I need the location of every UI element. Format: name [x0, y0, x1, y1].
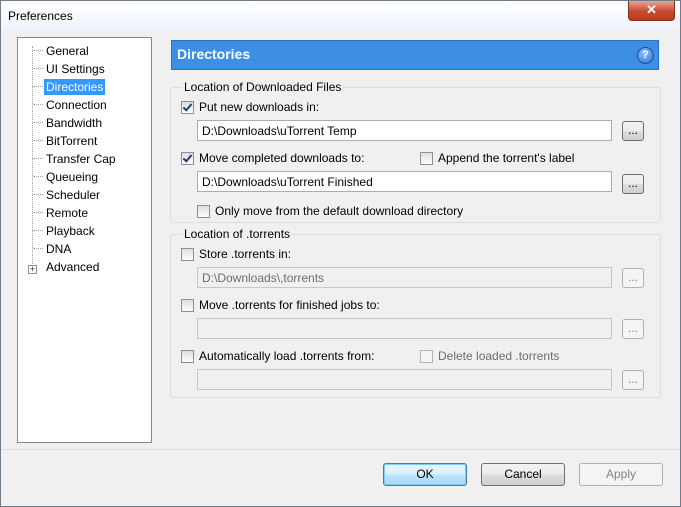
ok-button[interactable]: OK	[383, 463, 467, 486]
tree-connector	[33, 158, 43, 159]
checkbox-icon	[181, 247, 194, 261]
torrents-location-group: Location of .torrents Store .torrents in…	[170, 227, 661, 398]
category-tree[interactable]: General UI Settings Directories Connecti…	[17, 37, 152, 443]
checkbox-icon	[197, 204, 210, 218]
move-finished-torrents-path[interactable]	[197, 318, 612, 339]
tree-item-directories[interactable]: Directories	[44, 79, 106, 95]
apply-button[interactable]: Apply	[579, 463, 663, 486]
checkbox-label: Store .torrents in:	[199, 247, 292, 261]
tree-connector	[33, 248, 43, 249]
put-new-downloads-path[interactable]: D:\Downloads\uTorrent Temp	[197, 120, 612, 141]
checkbox-icon	[181, 298, 194, 312]
tree-connector	[33, 68, 43, 69]
move-finished-torrents-checkbox[interactable]: Move .torrents for finished jobs to:	[181, 298, 380, 312]
tree-connector	[33, 50, 43, 51]
tree-item-bittorrent[interactable]: BitTorrent	[44, 133, 99, 149]
tree-item-playback[interactable]: Playback	[44, 223, 97, 239]
group-label: Location of .torrents	[182, 227, 293, 241]
help-icon[interactable]: ?	[637, 47, 654, 64]
panel-title: Directories	[177, 46, 251, 62]
browse-button[interactable]: ...	[622, 174, 644, 194]
tree-item-bandwidth[interactable]: Bandwidth	[44, 115, 104, 131]
tree-connector	[33, 86, 43, 87]
checkbox-label: Put new downloads in:	[199, 100, 320, 114]
checkbox-label: Append the torrent's label	[438, 151, 575, 165]
browse-button[interactable]: ...	[622, 319, 644, 339]
tree-item-connection[interactable]: Connection	[44, 97, 109, 113]
checkbox-label: Move .torrents for finished jobs to:	[199, 298, 380, 312]
tree-connector	[32, 46, 33, 266]
tree-connector	[33, 212, 43, 213]
move-completed-path[interactable]: D:\Downloads\uTorrent Finished	[197, 171, 612, 192]
tree-item-ui-settings[interactable]: UI Settings	[44, 61, 107, 77]
checkbox-label: Automatically load .torrents from:	[199, 349, 375, 363]
only-move-default-checkbox[interactable]: Only move from the default download dire…	[197, 204, 463, 218]
tree-connector	[33, 122, 43, 123]
tree-connector	[33, 230, 43, 231]
tree-connector	[33, 194, 43, 195]
browse-button[interactable]: ...	[622, 268, 644, 288]
checkbox-checked-icon	[181, 151, 194, 165]
tree-connector	[33, 104, 43, 105]
downloaded-files-group: Location of Downloaded Files Put new dow…	[170, 80, 661, 223]
store-torrents-path[interactable]: D:\Downloads\,torrents	[197, 267, 612, 288]
tree-item-remote[interactable]: Remote	[44, 205, 90, 221]
checkbox-label: Delete loaded .torrents	[438, 349, 560, 363]
group-label: Location of Downloaded Files	[182, 80, 344, 94]
checkbox-checked-icon	[181, 100, 194, 114]
checkbox-label: Only move from the default download dire…	[215, 204, 464, 218]
autoload-torrents-checkbox[interactable]: Automatically load .torrents from:	[181, 349, 374, 363]
browse-button[interactable]: ...	[622, 370, 644, 390]
checkbox-label: Move completed downloads to:	[199, 151, 365, 165]
checkbox-icon	[420, 349, 433, 363]
delete-loaded-torrents-checkbox[interactable]: Delete loaded .torrents	[420, 349, 559, 363]
put-new-downloads-checkbox[interactable]: Put new downloads in:	[181, 100, 319, 114]
tree-connector	[33, 140, 43, 141]
cancel-button[interactable]: Cancel	[481, 463, 565, 486]
tree-connector	[33, 176, 43, 177]
tree-item-queueing[interactable]: Queueing	[44, 169, 100, 185]
store-torrents-checkbox[interactable]: Store .torrents in:	[181, 247, 291, 261]
panel-header: Directories ?	[171, 40, 659, 70]
preferences-window: Preferences ✕ General UI Settings Direct…	[0, 0, 681, 507]
tree-item-dna[interactable]: DNA	[44, 241, 73, 257]
close-button[interactable]: ✕	[628, 1, 675, 21]
tree-expand-icon[interactable]: +	[28, 265, 37, 274]
checkbox-icon	[420, 151, 433, 165]
append-label-checkbox[interactable]: Append the torrent's label	[420, 151, 574, 165]
title-bar[interactable]: Preferences ✕	[1, 1, 680, 32]
tree-item-advanced[interactable]: Advanced	[44, 259, 101, 275]
tree-item-scheduler[interactable]: Scheduler	[44, 187, 102, 203]
autoload-torrents-path[interactable]	[197, 369, 612, 390]
move-completed-checkbox[interactable]: Move completed downloads to:	[181, 151, 364, 165]
dialog-body: General UI Settings Directories Connecti…	[9, 32, 672, 449]
tree-item-transfer-cap[interactable]: Transfer Cap	[44, 151, 118, 167]
checkbox-icon	[181, 349, 194, 363]
tree-item-general[interactable]: General	[44, 43, 91, 59]
window-title: Preferences	[8, 9, 73, 23]
browse-button[interactable]: ...	[622, 121, 644, 141]
